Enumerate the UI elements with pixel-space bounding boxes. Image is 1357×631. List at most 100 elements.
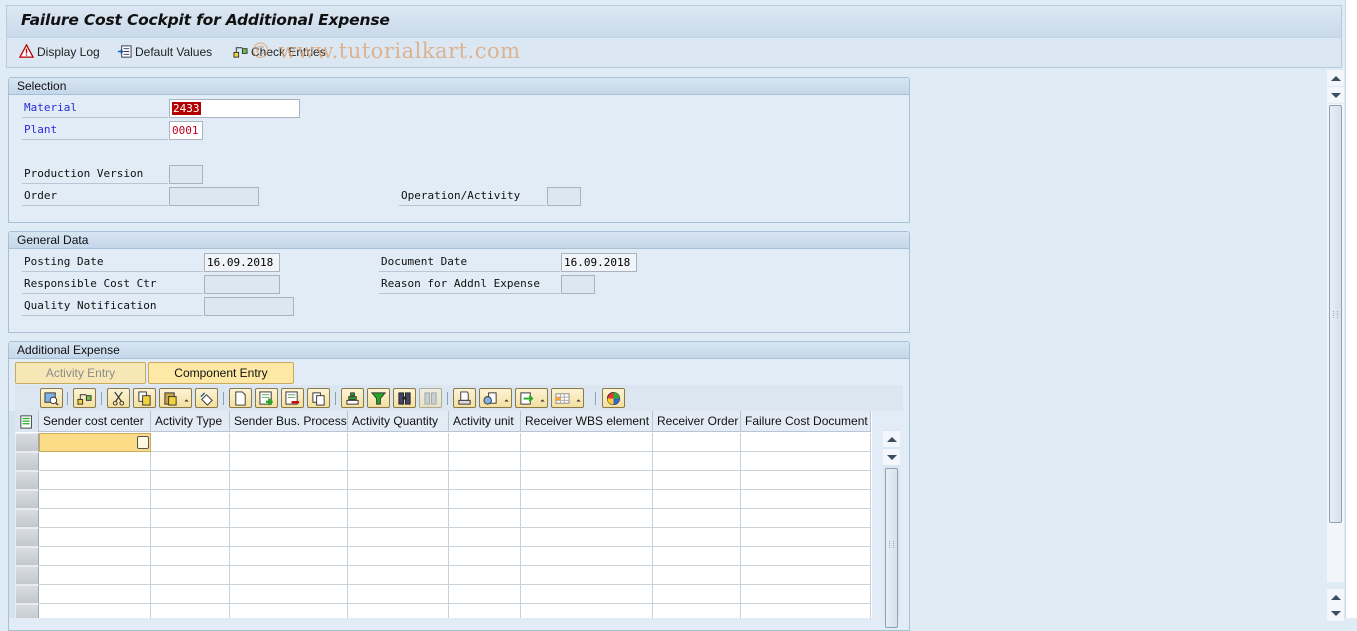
grid-cell[interactable]: [39, 509, 151, 528]
insert-row-button[interactable]: [255, 388, 278, 408]
grid-cell[interactable]: [39, 547, 151, 566]
grid-cell[interactable]: [521, 433, 653, 452]
column-header[interactable]: Failure Cost Document: [741, 411, 871, 432]
posting-date-input[interactable]: 16.09.2018: [204, 253, 280, 272]
grid-cell[interactable]: [653, 604, 741, 618]
responsible-cost-ctr-input[interactable]: [204, 275, 280, 294]
row-selector[interactable]: [15, 528, 39, 547]
page-scroll-up-button[interactable]: [1327, 70, 1344, 86]
select-all-button[interactable]: [15, 411, 39, 432]
grid-cell[interactable]: [449, 490, 521, 509]
grid-cell[interactable]: [230, 433, 348, 452]
grid-scroll-up-button[interactable]: [883, 431, 900, 447]
column-header[interactable]: Receiver WBS element: [521, 411, 653, 432]
row-selector[interactable]: [15, 604, 39, 618]
grid-cell[interactable]: [39, 528, 151, 547]
views-button[interactable]: [479, 388, 512, 408]
grid-cell[interactable]: [449, 528, 521, 547]
grid-cell[interactable]: [230, 452, 348, 471]
row-selector[interactable]: [15, 490, 39, 509]
grid-cell[interactable]: [151, 471, 230, 490]
grid-cell[interactable]: [151, 604, 230, 618]
grid-cell[interactable]: [653, 452, 741, 471]
graphic-button[interactable]: [602, 388, 625, 408]
grid-cell[interactable]: [741, 547, 871, 566]
column-header[interactable]: Receiver Order: [653, 411, 741, 432]
find-button[interactable]: [393, 388, 416, 408]
grid-cell[interactable]: [653, 509, 741, 528]
grid-cell[interactable]: [521, 490, 653, 509]
export-button[interactable]: [515, 388, 548, 408]
grid-cell[interactable]: [653, 585, 741, 604]
copy-row-button[interactable]: [307, 388, 330, 408]
grid-cell[interactable]: [449, 547, 521, 566]
grid-cell[interactable]: [741, 490, 871, 509]
tab-activity-entry[interactable]: Activity Entry: [15, 362, 146, 384]
column-header[interactable]: Sender Bus. Process: [230, 411, 348, 432]
grid-cell[interactable]: [39, 604, 151, 618]
grid-cell[interactable]: [39, 452, 151, 471]
layout-button[interactable]: [551, 388, 584, 408]
row-selector[interactable]: [15, 585, 39, 604]
document-date-input[interactable]: 16.09.2018: [561, 253, 637, 272]
grid-cell[interactable]: [521, 528, 653, 547]
grid-cell[interactable]: [348, 471, 449, 490]
grid-cell[interactable]: [39, 433, 151, 452]
grid-cell[interactable]: [151, 585, 230, 604]
grid-cell[interactable]: [230, 471, 348, 490]
grid-cell[interactable]: [449, 509, 521, 528]
row-selector[interactable]: [15, 547, 39, 566]
grid-cell[interactable]: [741, 509, 871, 528]
grid-cell[interactable]: [653, 528, 741, 547]
grid-cell[interactable]: [348, 585, 449, 604]
filter-button[interactable]: [367, 388, 390, 408]
copy-button[interactable]: [133, 388, 156, 408]
material-input[interactable]: 2433: [169, 99, 300, 118]
page-scroll-up-bottom-button[interactable]: [1327, 589, 1344, 605]
display-log-button[interactable]: Display Log: [19, 44, 100, 59]
grid-scroll-thumb[interactable]: [885, 468, 898, 628]
grid-cell[interactable]: [741, 452, 871, 471]
tab-component-entry[interactable]: Component Entry: [148, 362, 294, 384]
row-selector[interactable]: [15, 452, 39, 471]
grid-cell[interactable]: [741, 566, 871, 585]
grid-cell[interactable]: [348, 566, 449, 585]
paste-button[interactable]: [159, 388, 192, 408]
row-selector[interactable]: [15, 471, 39, 490]
grid-cell[interactable]: [521, 471, 653, 490]
plant-input[interactable]: 0001: [169, 121, 203, 140]
grid-cell[interactable]: [741, 604, 871, 618]
grid-cell[interactable]: [653, 433, 741, 452]
reason-addnl-expense-input[interactable]: [561, 275, 595, 294]
cut-button[interactable]: [107, 388, 130, 408]
grid-cell[interactable]: [348, 547, 449, 566]
check-button[interactable]: [73, 388, 96, 408]
grid-cell[interactable]: [39, 471, 151, 490]
grid-cell[interactable]: [449, 433, 521, 452]
grid-cell[interactable]: [151, 566, 230, 585]
grid-cell[interactable]: [230, 547, 348, 566]
grid-cell[interactable]: [449, 566, 521, 585]
column-header[interactable]: Sender cost center: [39, 411, 151, 432]
grid-cell[interactable]: [521, 566, 653, 585]
grid-cell[interactable]: [521, 509, 653, 528]
grid-cell[interactable]: [230, 528, 348, 547]
grid-cell[interactable]: [151, 509, 230, 528]
grid-cell[interactable]: [741, 433, 871, 452]
grid-cell[interactable]: [348, 604, 449, 618]
delete-row-button[interactable]: [281, 388, 304, 408]
grid-cell[interactable]: [653, 547, 741, 566]
quality-notification-input[interactable]: [204, 297, 294, 316]
grid-cell[interactable]: [348, 452, 449, 471]
column-header[interactable]: Activity unit: [449, 411, 521, 432]
column-header[interactable]: Activity Quantity: [348, 411, 449, 432]
grid-cell[interactable]: [741, 471, 871, 490]
grid-cell[interactable]: [741, 528, 871, 547]
grid-cell[interactable]: [151, 452, 230, 471]
grid-cell[interactable]: [653, 471, 741, 490]
details-button[interactable]: [40, 388, 63, 408]
grid-cell[interactable]: [653, 490, 741, 509]
row-selector[interactable]: [15, 433, 39, 452]
grid-cell[interactable]: [230, 509, 348, 528]
new-row-button[interactable]: [229, 388, 252, 408]
